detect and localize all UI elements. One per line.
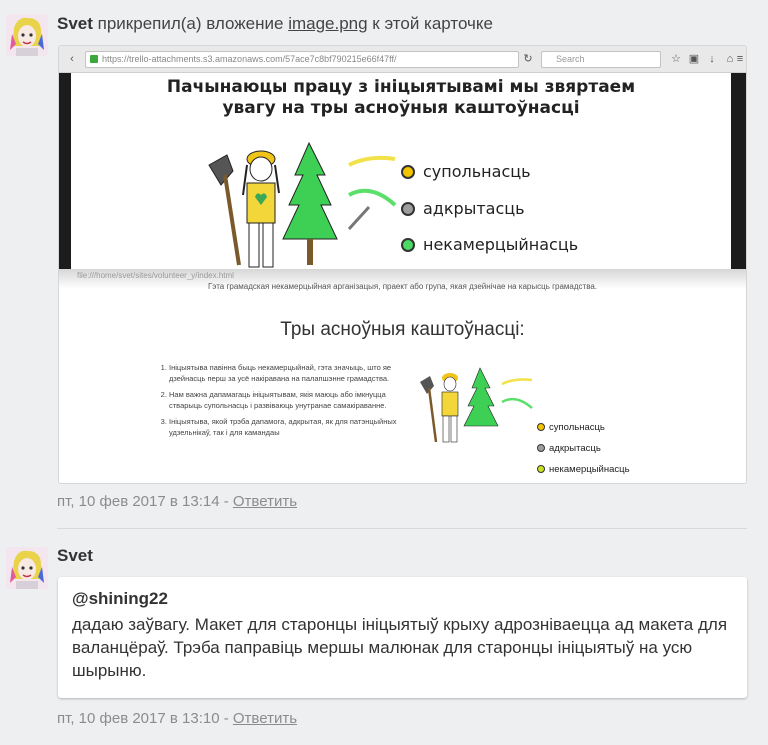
timestamp[interactable]: пт, 10 фев 2017 в 13:10	[57, 710, 220, 727]
list-item: Нам важна дапамагаць ініцыятывам, якія м…	[169, 389, 404, 411]
avatar[interactable]	[6, 14, 48, 56]
page-preview: file:///home/svet/sites/volunteer_y/inde…	[59, 269, 746, 483]
slide-value-1: супольнасць	[401, 162, 531, 181]
list-item: Ініцыятыва павінна быць некамерцыйнай, г…	[169, 362, 404, 384]
activity-divider	[57, 528, 747, 529]
download-icon: ↓	[709, 53, 715, 65]
slide-value-2: адкрытасць	[401, 199, 525, 218]
page2-value-label: адкрытасць	[549, 443, 601, 454]
avatar[interactable]	[6, 547, 48, 589]
list-item: Ініцыятыва, якой трэба дапамога, адкрыта…	[169, 416, 404, 438]
url-text: https://trello-attachments.s3.amazonaws.…	[102, 54, 397, 64]
volunteer-illustration	[208, 141, 397, 268]
star-icon: ☆	[671, 53, 681, 65]
page2-value-3: некамерцыйнасць	[537, 464, 630, 475]
reply-link[interactable]: Ответить	[233, 493, 297, 510]
action-suffix: к этой карточке	[367, 14, 493, 33]
bookmarks-icon: ▣	[688, 53, 700, 65]
timestamp[interactable]: пт, 10 фев 2017 в 13:14	[57, 493, 220, 510]
page2-value-2: адкрытасць	[537, 443, 601, 454]
reply-link[interactable]: Ответить	[233, 710, 297, 727]
page2-value-label: некамерцыйнасць	[549, 464, 630, 475]
page2-title: Тры асноўныя каштоўнасці:	[280, 319, 525, 340]
page2-description: Гэта грамадская некамерцыйная арганізацы…	[207, 282, 598, 291]
comment-card[interactable]: @shining22 дадаю заўвагу. Макет для стар…	[58, 577, 747, 698]
url-bar: https://trello-attachments.s3.amazonaws.…	[85, 51, 519, 68]
search-placeholder: Search	[556, 54, 585, 64]
slide-value-label: некамерцыйнасць	[423, 235, 579, 254]
slide-image: Пачынаюцы працу з ініцыятывамі мы звярта…	[59, 73, 746, 269]
author-name[interactable]: Svet	[57, 14, 93, 33]
attachment-link[interactable]: image.png	[288, 14, 367, 33]
activity-attachment: Svet прикрепил(а) вложение image.png к э…	[0, 0, 768, 520]
slide-title-line2: увагу на тры асноўныя каштоўнасці	[222, 98, 580, 118]
yellow-dot-icon	[537, 423, 545, 431]
menu-icon: ≡	[736, 53, 744, 65]
mention-link[interactable]: @shining22	[72, 589, 733, 609]
lock-icon	[90, 55, 98, 63]
green-dot-icon	[537, 465, 545, 473]
meta-separator: -	[219, 493, 233, 510]
slide-title-line1: Пачынаюцы працу з ініцыятывамі мы звярта…	[166, 77, 636, 97]
page2-url: file:///home/svet/sites/volunteer_y/inde…	[77, 271, 234, 280]
comment-text: дадаю заўвагу. Макет для старонцы ініцыя…	[72, 615, 728, 680]
slide-content: Пачынаюцы працу з ініцыятывамі мы звярта…	[71, 73, 731, 269]
meta-separator: -	[219, 710, 233, 727]
browser-toolbar: ‹ https://trello-attachments.s3.amazonaw…	[59, 46, 746, 73]
activity-header: Svet	[57, 546, 93, 566]
reload-icon: ↻	[523, 53, 533, 65]
activity-meta: пт, 10 фев 2017 в 13:14 - Ответить	[57, 493, 297, 510]
action-text: прикрепил(а) вложение	[92, 14, 289, 33]
slide-value-label: супольнасць	[423, 162, 531, 181]
page2-value-1: супольнасць	[537, 422, 605, 433]
page2-list: Ініцыятыва павінна быць некамерцыйнай, г…	[159, 362, 404, 443]
green-dot-icon	[401, 238, 415, 252]
slide-value-3: некамерцыйнасць	[401, 235, 578, 254]
slide-value-label: адкрытасць	[423, 199, 525, 218]
yellow-dot-icon	[401, 165, 415, 179]
slide-title: Пачынаюцы працу з ініцыятывамі мы звярта…	[71, 77, 731, 119]
grey-dot-icon	[537, 444, 545, 452]
grey-dot-icon	[401, 202, 415, 216]
activity-header: Svet прикрепил(а) вложение image.png к э…	[57, 14, 493, 34]
small-illustration	[420, 367, 533, 443]
comment-meta: пт, 10 фев 2017 в 13:10 - Ответить	[57, 710, 297, 727]
page2-value-label: супольнасць	[549, 422, 605, 433]
author-name[interactable]: Svet	[57, 546, 93, 565]
attachment-thumbnail[interactable]: ‹ https://trello-attachments.s3.amazonaw…	[58, 45, 747, 484]
back-icon: ‹	[70, 53, 74, 65]
browser-search: Search	[541, 51, 661, 68]
